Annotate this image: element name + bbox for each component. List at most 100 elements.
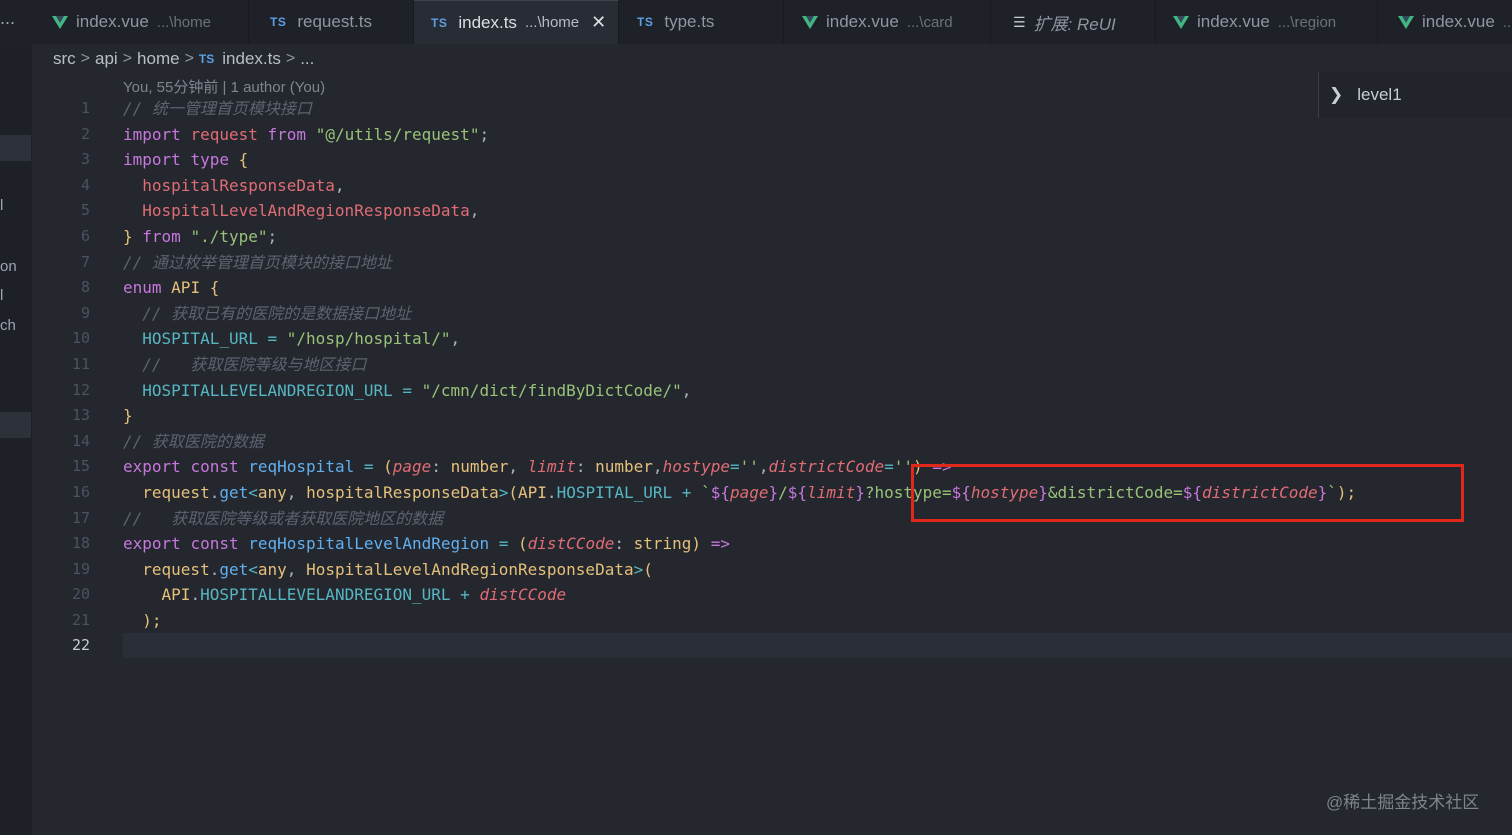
breadcrumb-item-api[interactable]: api — [95, 49, 118, 69]
tab-index-vue-card[interactable]: index.vue ...\card — [784, 0, 991, 44]
ts-file-icon: TS — [431, 15, 448, 30]
chevron-right-icon[interactable]: ❯ — [1329, 85, 1343, 105]
token-method: get — [219, 482, 249, 502]
code-comment: // 获取医院的数据 — [123, 431, 264, 451]
tab-request-ts[interactable]: TS request.ts — [249, 0, 414, 44]
code-line: hospitalResponseData, — [123, 173, 1503, 199]
token-paren: ( — [508, 482, 519, 502]
token-paren: ( — [383, 457, 393, 477]
tab-extension-reui[interactable]: ☰ 扩展: ReUI — [991, 0, 1156, 44]
vue-file-icon — [52, 15, 68, 29]
token-type: number — [595, 457, 653, 477]
token-type: string — [633, 534, 692, 554]
line-number: 15 — [71, 457, 90, 476]
token-identifier: request — [142, 559, 210, 579]
tab-label: type.ts — [664, 12, 715, 31]
token-type: API — [171, 278, 201, 298]
tab-index-vue-more[interactable]: index.vue ... — [1378, 0, 1512, 44]
code-editor[interactable]: You, 55分钟前 | 1 author (You) 1 2 3 4 5 6 … — [32, 70, 1512, 835]
token-type: any — [257, 482, 287, 502]
watermark: @稀土掘金技术社区 — [1326, 793, 1480, 812]
token-punctuation: : — [614, 534, 624, 554]
token-punctuation: , — [450, 329, 461, 349]
tabs-overflow-icon[interactable]: ... — [0, 8, 15, 29]
token-enum-member: HOSPITAL_URL — [142, 329, 258, 349]
tab-label: index.vue — [76, 12, 149, 31]
line-number: 12 — [71, 380, 90, 399]
line-number: 4 — [80, 175, 90, 194]
code-comment: // 通过枚举管理首页模块的接口地址 — [123, 252, 392, 272]
breadcrumb-item-home[interactable]: home — [137, 49, 180, 69]
token-brace: { — [238, 150, 249, 170]
token-operator: > — [498, 482, 509, 502]
tab-path-hint: ...\region — [1277, 13, 1337, 31]
code-line: ); — [123, 608, 1503, 634]
side-panel-edge: l on l ch — [0, 44, 32, 835]
token-parameter: page — [392, 457, 432, 477]
token-interpolation: ${ — [787, 482, 808, 502]
line-number: 14 — [71, 431, 90, 450]
tab-index-vue-region[interactable]: index.vue ...\region — [1156, 0, 1378, 44]
tab-path-hint: ... — [1502, 13, 1512, 31]
token-punctuation: . — [190, 585, 201, 605]
code-text[interactable]: // 统一管理首页模块接口 import request from "@/uti… — [123, 96, 1503, 659]
token-identifier: request — [142, 482, 210, 502]
token-punctuation: , — [334, 175, 345, 195]
vue-file-icon — [802, 15, 818, 29]
code-line-current — [123, 633, 1503, 659]
token-type: number — [450, 457, 509, 477]
token-keyword: export — [123, 534, 181, 554]
token-punctuation: , — [508, 457, 519, 477]
token-operator: < — [248, 482, 258, 502]
token-operator: = — [884, 457, 894, 477]
token-template: / — [778, 482, 788, 502]
code-line: enum API { — [123, 275, 1503, 301]
token-keyword: enum — [123, 278, 162, 298]
token-string: "./type" — [190, 226, 268, 246]
token-keyword: export — [123, 457, 181, 477]
line-number-gutter: 1 2 3 4 5 6 7 8 9 10 11 12 13 14 15 16 1… — [32, 96, 90, 659]
tab-type-ts[interactable]: TS type.ts — [619, 0, 784, 44]
breadcrumb-item-file[interactable]: index.ts — [222, 49, 281, 69]
code-line: export const reqHospitalLevelAndRegion =… — [123, 531, 1503, 557]
outline-sticky-scope[interactable]: ❯ level1 — [1318, 72, 1512, 118]
token-enum-member: HOSPITAL_URL — [556, 482, 673, 502]
chevron-right-icon: > — [285, 50, 296, 67]
code-comment: // 获取已有的医院的是数据接口地址 — [142, 303, 412, 323]
tab-path-hint: ...\home — [524, 14, 580, 31]
selected-item-marker — [0, 412, 31, 438]
token-punctuation: . — [209, 482, 220, 502]
line-number: 3 — [80, 150, 90, 169]
line-number-current: 22 — [71, 636, 90, 655]
close-icon[interactable]: ✕ — [591, 12, 606, 33]
token-punctuation: : — [431, 457, 441, 477]
annotation-highlight-box — [911, 464, 1464, 522]
token-parameter: limit — [527, 457, 576, 477]
token-operator: = — [498, 534, 509, 554]
tab-index-vue-home[interactable]: index.vue ...\home — [34, 0, 249, 44]
breadcrumb-item-symbol[interactable]: ... — [300, 49, 314, 69]
breadcrumb-item-src[interactable]: src — [53, 49, 76, 69]
token-arrow: => — [710, 534, 730, 554]
breadcrumb: src > api > home > TS index.ts > ... — [53, 48, 314, 70]
token-parameter: distCCode — [479, 585, 567, 605]
git-blame-annotation[interactable]: You, 55分钟前 | 1 author (You) — [123, 76, 325, 97]
code-line: // 获取已有的医院的是数据接口地址 — [123, 301, 1503, 327]
list-icon: ☰ — [1013, 13, 1026, 30]
code-line: request.get<any, HospitalLevelAndRegionR… — [123, 557, 1503, 583]
line-number: 5 — [80, 201, 90, 220]
token-operator: = — [267, 329, 278, 349]
token-paren: ( — [518, 534, 528, 554]
token-brace: { — [209, 278, 220, 298]
tab-path-hint: ...\home — [156, 13, 211, 31]
tab-label: index.vue — [1422, 12, 1495, 31]
token-keyword: from — [142, 226, 181, 246]
token-keyword: const — [190, 534, 239, 554]
token-operator: < — [248, 559, 258, 579]
code-line: import type { — [123, 147, 1503, 173]
code-line: // 统一管理首页模块接口 — [123, 96, 1503, 122]
line-number: 19 — [71, 559, 90, 578]
token-type: hospitalResponseData — [306, 482, 499, 502]
token-operator: + — [460, 585, 470, 605]
tab-index-ts-home[interactable]: TS index.ts ...\home ✕ — [414, 0, 619, 44]
